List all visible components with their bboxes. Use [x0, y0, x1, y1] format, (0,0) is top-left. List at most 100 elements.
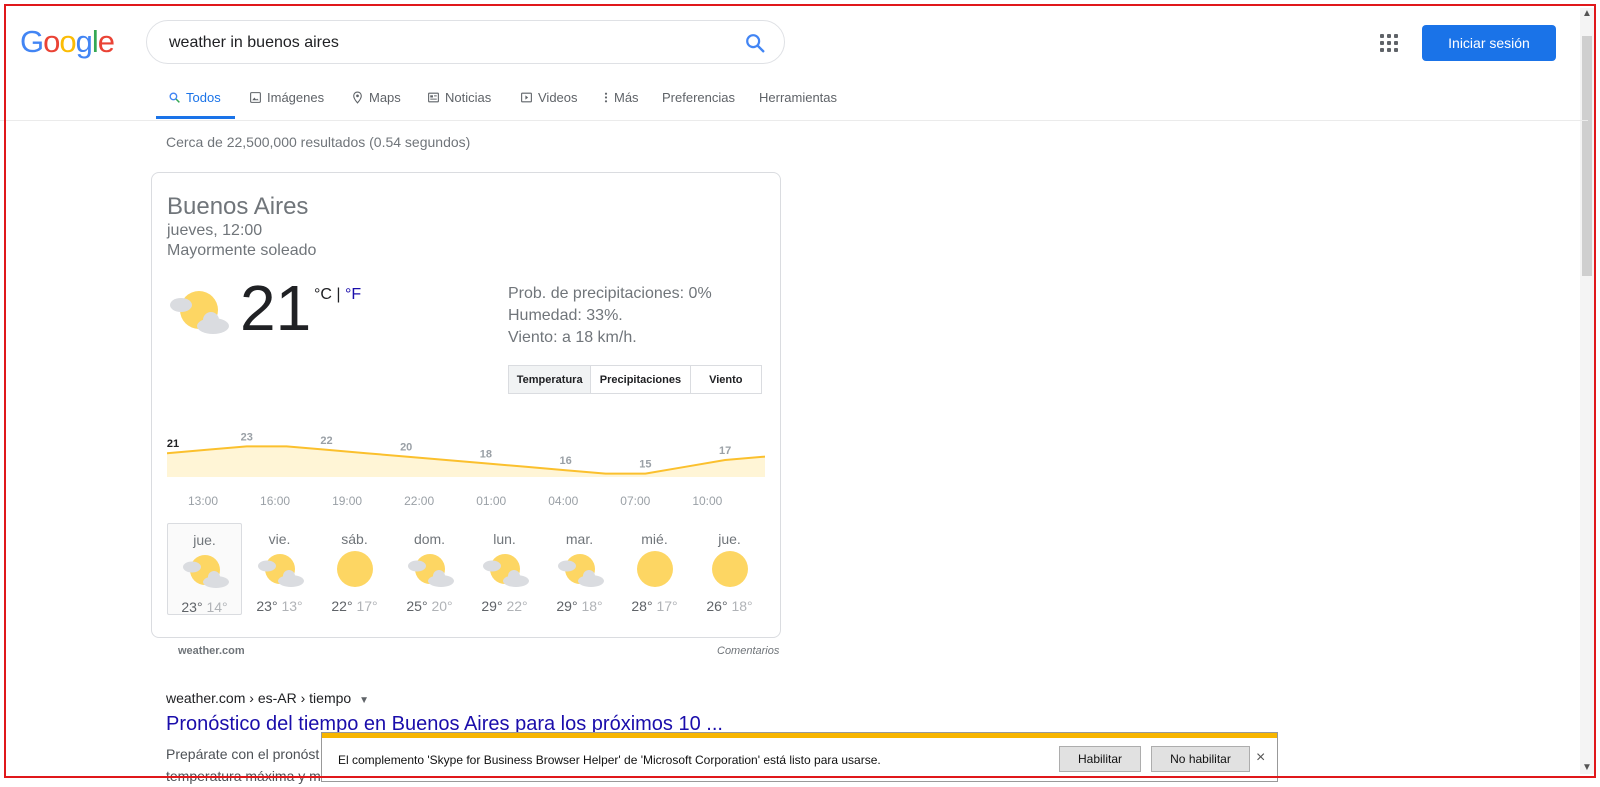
forecast-temps: 29° 22°	[467, 598, 542, 614]
close-icon[interactable]: ×	[1256, 749, 1265, 767]
map-pin-icon	[353, 91, 362, 104]
notification-message: El complemento 'Skype for Business Brows…	[338, 753, 881, 767]
forecast-day-name: jue.	[718, 531, 741, 547]
forecast-day-name: sáb.	[341, 531, 368, 547]
wind-text: Viento: a 18 km/h.	[508, 329, 637, 346]
logo-letter: g	[75, 24, 93, 59]
weather-location: Buenos Aires	[167, 193, 309, 220]
forecast-day[interactable]: lun. 29° 22°	[467, 523, 542, 615]
forecast-low: 18°	[581, 598, 603, 614]
sunny-icon	[692, 547, 767, 594]
forecast-day-name: jue.	[193, 532, 216, 548]
weather-details: Prob. de precipitaciones: 0% Humedad: 33…	[508, 283, 712, 349]
tab-maps[interactable]: Maps	[351, 90, 401, 105]
chart-tick-label: 10:00	[692, 494, 722, 508]
unit-toggle: °C | °F	[314, 286, 361, 304]
chart-data-label: 20	[400, 442, 412, 454]
feedback-link[interactable]: Comentarios	[717, 645, 779, 657]
tab-noticias[interactable]: Noticias	[427, 90, 491, 105]
forecast-high: 22°	[331, 598, 353, 614]
forecast-temps: 29° 18°	[542, 598, 617, 614]
partly-cloudy-icon	[168, 548, 241, 595]
scroll-up-icon[interactable]: ▲	[1580, 8, 1594, 20]
forecast-day[interactable]: dom. 25° 20°	[392, 523, 467, 615]
tab-viento[interactable]: Viento	[689, 366, 761, 393]
forecast-high: 29°	[556, 598, 578, 614]
chart-tick-label: 13:00	[188, 494, 218, 508]
tab-herramientas[interactable]: Herramientas	[759, 90, 837, 105]
result-breadcrumb[interactable]: weather.com › es-AR › tiempo ▼	[166, 690, 369, 706]
partly-cloudy-icon	[542, 547, 617, 594]
unit-separator: |	[336, 286, 341, 303]
forecast-day[interactable]: jue. 26° 18°	[692, 523, 767, 615]
scroll-thumb[interactable]	[1582, 36, 1592, 276]
forecast-day[interactable]: mié. 28° 17°	[617, 523, 692, 615]
forecast-day[interactable]: sáb. 22° 17°	[317, 523, 392, 615]
chart-tick-label: 19:00	[332, 494, 362, 508]
sunny-icon	[617, 547, 692, 594]
addon-notification-bar: El complemento 'Skype for Business Brows…	[321, 732, 1278, 782]
tab-mas[interactable]: Más	[603, 90, 639, 105]
forecast-high: 23°	[256, 598, 278, 614]
image-icon	[250, 92, 261, 103]
temperature-chart-svg: 21 23 22 20 18 16 15 17 19 13:00 16:00 19:00 22:00 01…	[167, 416, 766, 508]
chart-tick-label: 07:00	[620, 494, 650, 508]
logo-letter: o	[43, 24, 60, 59]
celsius-unit[interactable]: °C	[314, 286, 332, 303]
forecast-low: 17°	[656, 598, 678, 614]
forecast-day-name: mié.	[641, 531, 668, 547]
caret-down-icon[interactable]: ▼	[359, 695, 369, 706]
forecast-low: 22°	[506, 598, 528, 614]
scroll-down-icon[interactable]: ▼	[1580, 762, 1594, 774]
weather-datetime: jueves, 12:00	[167, 222, 263, 239]
sunny-icon	[317, 547, 392, 594]
forecast-day[interactable]: vie. 23° 13°	[242, 523, 317, 615]
more-vert-icon	[604, 92, 608, 103]
forecast-day-name: dom.	[413, 531, 446, 547]
forecast-low: 13°	[281, 598, 303, 614]
vertical-scrollbar[interactable]: ▲ ▼	[1580, 8, 1594, 774]
tab-temperatura[interactable]: Temperatura	[509, 366, 591, 393]
apps-grid-icon[interactable]	[1380, 34, 1398, 52]
forecast-temps: 23° 13°	[242, 598, 317, 614]
results-stats: Cerca de 22,500,000 resultados (0.54 seg…	[166, 134, 471, 150]
weather-source[interactable]: weather.com	[178, 645, 245, 657]
google-logo[interactable]: Google	[20, 24, 115, 60]
forecast-low: 20°	[431, 598, 453, 614]
search-input[interactable]	[167, 31, 711, 55]
temperature-chart[interactable]: 21 23 22 20 18 16 15 17 19 13:00 16:00 19:00 22:00 01…	[167, 416, 766, 515]
forecast-day-name: lun.	[493, 531, 516, 547]
chart-tick-label: 01:00	[476, 494, 506, 508]
forecast-temps: 26° 18°	[692, 598, 767, 614]
chart-tick-label: 22:00	[404, 494, 434, 508]
tab-todos[interactable]: Todos	[168, 90, 221, 105]
sign-in-button[interactable]: Iniciar sesión	[1422, 25, 1556, 61]
humidity-text: Humedad: 33%.	[508, 307, 623, 324]
result-snippet: Prepárate con el pronóst temperatura máx…	[166, 746, 321, 784]
active-tab-indicator	[156, 116, 235, 119]
do-not-enable-button[interactable]: No habilitar	[1151, 746, 1250, 772]
partly-cloudy-icon	[392, 547, 467, 594]
chart-data-label: 18	[480, 448, 492, 460]
forecast-day-name: vie.	[268, 531, 291, 547]
enable-button[interactable]: Habilitar	[1059, 746, 1141, 772]
forecast-high: 28°	[631, 598, 653, 614]
video-icon	[521, 92, 532, 103]
tab-imagenes[interactable]: Imágenes	[249, 90, 324, 105]
chart-tick-label: 16:00	[260, 494, 290, 508]
chart-tick-label: 04:00	[548, 494, 578, 508]
precipitation-text: Prob. de precipitaciones: 0%	[508, 285, 712, 302]
tab-precipitaciones[interactable]: Precipitaciones	[590, 366, 690, 393]
partly-cloudy-icon	[242, 547, 317, 594]
forecast-day[interactable]: jue. 23° 14°	[167, 523, 242, 615]
chart-data-label: 23	[241, 431, 253, 443]
forecast-day[interactable]: mar. 29° 18°	[542, 523, 617, 615]
logo-letter: e	[97, 24, 115, 59]
search-box[interactable]	[146, 20, 785, 64]
tab-videos[interactable]: Videos	[520, 90, 578, 105]
search-icon[interactable]	[744, 32, 766, 54]
forecast-low: 14°	[206, 599, 228, 615]
weather-condition: Mayormente soleado	[167, 242, 317, 259]
tab-preferencias[interactable]: Preferencias	[662, 90, 735, 105]
fahrenheit-unit[interactable]: °F	[345, 286, 361, 303]
